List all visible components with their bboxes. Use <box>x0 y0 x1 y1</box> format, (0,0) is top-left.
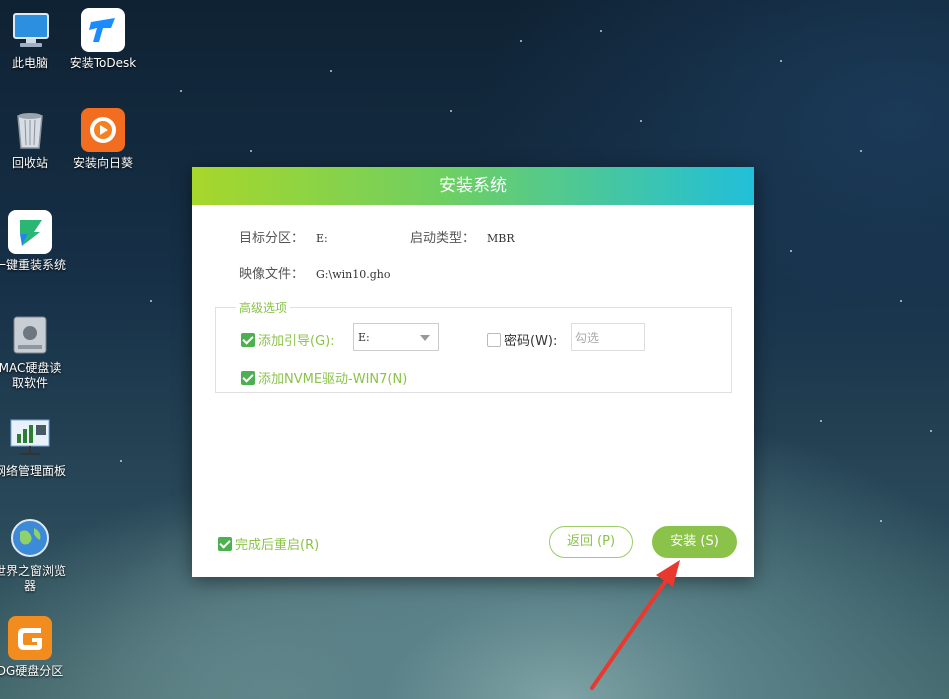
red-arrow-annotation <box>590 560 680 690</box>
